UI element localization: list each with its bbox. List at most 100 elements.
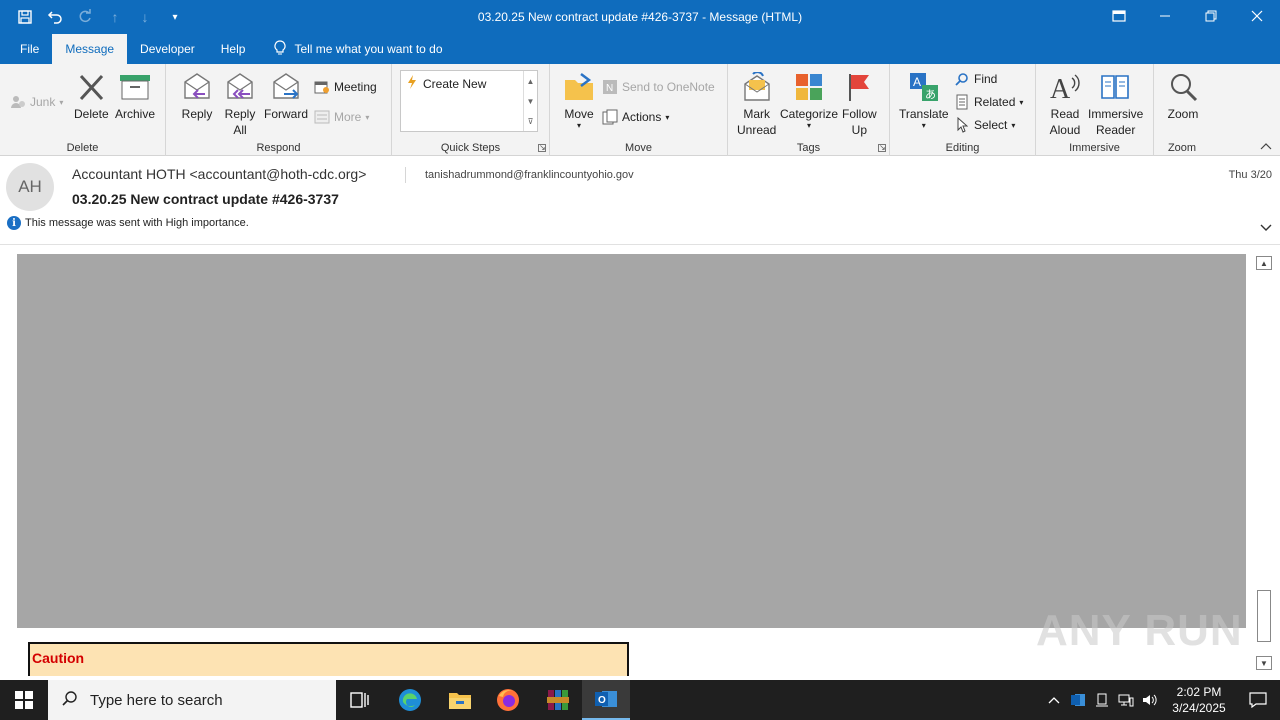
mark-unread-label-2: Unread [737,123,777,137]
menu-bar: File Message Developer Help Tell me what… [0,34,1280,64]
more-icon [314,109,330,125]
chevron-up-icon[interactable]: ▲ [527,77,535,86]
reply-all-button[interactable]: Reply All [223,70,257,138]
select-label: Select [974,118,1008,132]
quick-step-create-new[interactable]: Create New [407,75,486,92]
tab-message[interactable]: Message [52,34,128,64]
archive-button[interactable]: Archive [115,70,155,122]
vertical-scrollbar[interactable]: ▲ ▼ [1256,254,1272,670]
more-respond-button[interactable]: More ▾ [314,107,369,127]
lightbulb-icon [274,39,286,59]
chevron-up-icon[interactable] [1042,680,1066,720]
reply-all-icon [223,70,257,104]
junk-icon [10,94,26,110]
expand-gallery-icon[interactable]: ⊽ [528,117,534,126]
immersive-reader-icon [1099,70,1133,104]
scroll-down-icon[interactable]: ▼ [1256,656,1272,670]
subject: 03.20.25 New contract update #426-3737 [72,191,339,207]
expand-header-icon[interactable] [1260,219,1272,235]
dialog-launcher-icon[interactable]: ↘ [878,144,886,152]
find-button[interactable]: Find [954,69,997,89]
group-label-delete: Delete [66,142,99,154]
task-view-icon[interactable] [336,680,384,720]
tell-me-box[interactable]: Tell me what you want to do [258,39,443,59]
edge-icon[interactable] [386,680,434,720]
scroll-thumb[interactable] [1257,590,1271,642]
message-header: AH Accountant HOTH <accountant@hoth-cdc.… [0,157,1280,245]
network-icon[interactable] [1114,680,1138,720]
group-label-move: Move [625,142,652,154]
tab-developer[interactable]: Developer [127,34,208,64]
firefox-icon[interactable] [484,680,532,720]
related-icon [954,94,970,110]
mark-unread-label-1: Mark [743,107,771,121]
delete-icon [74,70,108,104]
svg-text:N: N [606,83,613,94]
translate-button[interactable]: Aあ Translate ▾ [899,70,949,130]
reply-button[interactable]: Reply [180,70,214,122]
zoom-button[interactable]: Zoom [1166,70,1200,122]
junk-button[interactable]: Junk ▾ [10,92,63,112]
clock-date: 3/24/2025 [1172,701,1226,715]
scroll-up-icon[interactable]: ▲ [1256,256,1272,270]
mark-unread-button[interactable]: Mark Unread [737,70,776,138]
file-explorer-icon[interactable] [436,680,484,720]
notification-icon[interactable] [1236,680,1280,720]
forward-button[interactable]: Forward [264,70,308,122]
find-icon [954,71,970,87]
quick-steps-gallery[interactable]: Create New ▲ ▼ ⊽ [400,70,538,132]
follow-up-label-2: Up [851,123,868,137]
outlook-icon[interactable]: O [582,680,630,720]
group-label-zoom: Zoom [1167,142,1197,154]
volume-icon[interactable] [1138,680,1162,720]
meeting-button[interactable]: Meeting [314,77,377,97]
select-button[interactable]: Select ▾ [954,115,1015,135]
quick-steps-scroll[interactable]: ▲ ▼ ⊽ [523,71,537,131]
categorize-icon [792,70,826,104]
windows-start-icon[interactable] [0,680,48,720]
reply-all-label-2: All [233,123,247,137]
meeting-icon [314,79,330,95]
winrar-icon[interactable] [534,680,582,720]
move-label: Move [564,107,594,121]
tell-me-label: Tell me what you want to do [294,42,443,56]
chevron-down-icon[interactable]: ▼ [527,97,535,106]
tab-help[interactable]: Help [208,34,259,64]
device-icon[interactable] [1090,680,1114,720]
clock[interactable]: 2:02 PM 3/24/2025 [1162,684,1236,716]
restore-icon[interactable] [1188,0,1234,32]
read-aloud-button[interactable]: A Read Aloud [1048,70,1082,138]
outlook-tray-icon[interactable] [1066,680,1090,720]
follow-up-button[interactable]: Follow Up [842,70,877,138]
collapse-ribbon-icon[interactable] [1260,141,1272,153]
categorize-label: Categorize [780,107,839,121]
read-aloud-label-2: Aloud [1049,123,1081,137]
svg-text:O: O [598,695,606,706]
immersive-reader-button[interactable]: Immersive Reader [1088,70,1143,138]
chevron-down-icon: ▾ [921,121,926,130]
minimize-icon[interactable] [1142,0,1188,32]
categorize-button[interactable]: Categorize ▾ [780,70,838,130]
move-button[interactable]: Move ▾ [562,70,596,130]
related-button[interactable]: Related ▾ [954,92,1023,112]
actions-button[interactable]: Actions ▾ [602,107,669,127]
importance-notice: i This message was sent with High import… [7,216,249,230]
taskbar-search[interactable]: Type here to search [48,680,336,720]
recipient[interactable]: tanishadrummond@franklincountyohio.gov [425,169,634,181]
chevron-down-icon: ▾ [365,112,370,122]
search-placeholder: Type here to search [90,691,223,709]
dialog-launcher-icon[interactable]: ↘ [538,144,546,152]
read-aloud-label-1: Read [1050,107,1080,121]
close-icon[interactable] [1234,0,1280,32]
tab-file[interactable]: File [0,34,52,64]
more-label: More [334,110,362,124]
send-to-onenote-label: Send to OneNote [622,80,715,94]
find-label: Find [974,72,998,86]
ribbon-group-zoom: Zoom Zoom [1154,64,1210,156]
avatar[interactable]: AH [6,163,54,211]
send-to-onenote-button[interactable]: N Send to OneNote [602,77,715,97]
delete-button[interactable]: Delete [74,70,109,122]
ribbon-display-options-icon[interactable] [1096,0,1142,32]
sender[interactable]: Accountant HOTH <accountant@hoth-cdc.org… [72,166,366,182]
divider [405,167,406,183]
